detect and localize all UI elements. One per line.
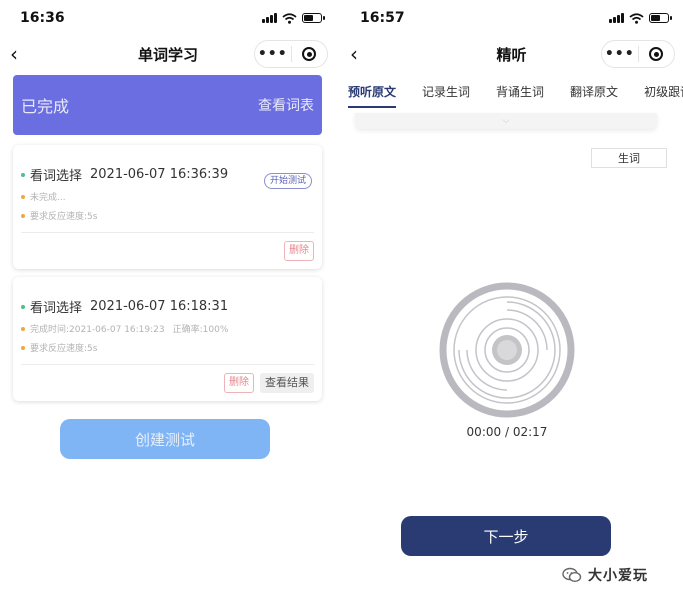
battery-icon [302,13,325,23]
orange-dot-icon [21,345,25,350]
finish-time-text: 完成时间:2021-06-07 16:19:23 [30,325,165,335]
wechat-icon [562,567,582,583]
wifi-icon [629,12,644,24]
test-datetime: 2021-06-07 16:36:39 [90,167,229,182]
left-screen: 16:36 ‹ 单词学习 ••• 已完成 查看词表 看词选择 2021-06-0… [0,0,336,604]
card-speed-line: 要求反应速度:5s [21,209,314,222]
target-circle-icon[interactable] [639,47,675,61]
tab-recite-words[interactable]: 背诵生词 [496,74,544,100]
playback-time: 00:00 / 02:17 [437,425,577,439]
next-step-button[interactable]: 下一步 [401,516,611,556]
status-bar: 16:36 [0,0,336,36]
orange-dot-icon [21,213,25,218]
start-test-button[interactable]: 开始测试 [263,173,312,189]
green-dot-icon [21,304,25,309]
tab-translate-text[interactable]: 翻译原文 [570,74,618,100]
status-text: 未完成... [30,193,66,203]
orange-dot-icon [21,326,25,331]
current-time: 00:00 [466,425,502,439]
accuracy-text: 正确率:100% [172,325,229,335]
tab-basic-follow-reading[interactable]: 初级跟读 [644,74,683,100]
test-card-2: 看词选择 2021-06-07 16:18:31 完成时间:2021-06-07… [13,277,322,401]
tab-preview-text[interactable]: 预听原文 [348,74,397,108]
card-actions: 删除 查看结果 [21,373,314,393]
card-actions: 删除 [21,241,314,261]
audio-disc-icon[interactable] [437,280,577,420]
chevron-down-icon[interactable]: ⌵ [503,116,510,126]
new-words-button[interactable]: 生词 [591,148,667,168]
status-icons [262,12,325,24]
view-wordlist-link[interactable]: 查看词表 [258,95,314,115]
mini-program-capsule: ••• [601,40,675,68]
signal-icon [609,13,624,23]
signal-icon [262,13,277,23]
status-icons [609,12,672,24]
wifi-icon [282,12,297,24]
green-dot-icon [21,172,25,177]
card-divider [21,232,314,233]
collapsed-text-panel[interactable]: ⌵ [355,113,657,129]
test-type: 看词选择 [30,169,83,184]
status-bar: 16:57 [340,0,683,36]
test-datetime: 2021-06-07 16:18:31 [90,299,229,314]
chevron-left-icon[interactable]: ‹ [10,44,18,64]
card-speed-line: 要求反应速度:5s [21,341,314,354]
tab-bar: 预听原文 记录生词 背诵生词 翻译原文 初级跟读 [340,74,683,114]
completed-label: 已完成 [21,97,70,116]
tab-record-words[interactable]: 记录生词 [422,74,470,100]
completed-banner: 已完成 查看词表 [13,75,322,135]
total-time: 02:17 [512,425,548,439]
orange-dot-icon [21,194,25,199]
target-circle-icon[interactable] [292,47,328,61]
battery-icon [649,13,672,23]
speed-text: 要求反应速度:5s [30,344,98,354]
page-title: 精听 [496,45,527,64]
right-screen: 16:57 ‹ 精听 ••• 预听原文 记录生词 背诵生词 翻译原文 初级跟读 … [340,0,683,604]
status-time: 16:57 [360,10,405,26]
watermark-text: 大小爱玩 [588,568,648,584]
chevron-left-icon[interactable]: ‹ [350,44,358,64]
nav-bar: ‹ 精听 ••• [340,36,683,72]
time-separator: / [504,425,510,439]
delete-button[interactable]: 删除 [224,373,254,393]
delete-button[interactable]: 删除 [284,241,314,261]
card-status-line: 未完成... [21,190,314,203]
more-dots-icon[interactable]: ••• [602,46,638,62]
mini-program-capsule: ••• [254,40,328,68]
more-dots-icon[interactable]: ••• [255,46,291,62]
nav-bar: ‹ 单词学习 ••• [0,36,336,72]
test-card-1: 看词选择 2021-06-07 16:36:39 开始测试 未完成... 要求反… [13,145,322,269]
speed-text: 要求反应速度:5s [30,212,98,222]
create-test-button[interactable]: 创建测试 [60,419,270,459]
view-result-button[interactable]: 查看结果 [260,373,314,393]
status-time: 16:36 [20,10,65,26]
page-title: 单词学习 [137,45,198,64]
test-type: 看词选择 [30,301,83,316]
card-divider [21,364,314,365]
watermark: 大小爱玩 [562,565,648,585]
card-result-line: 完成时间:2021-06-07 16:19:23 正确率:100% [21,322,314,335]
card-header: 看词选择 2021-06-07 16:18:31 [21,297,314,316]
